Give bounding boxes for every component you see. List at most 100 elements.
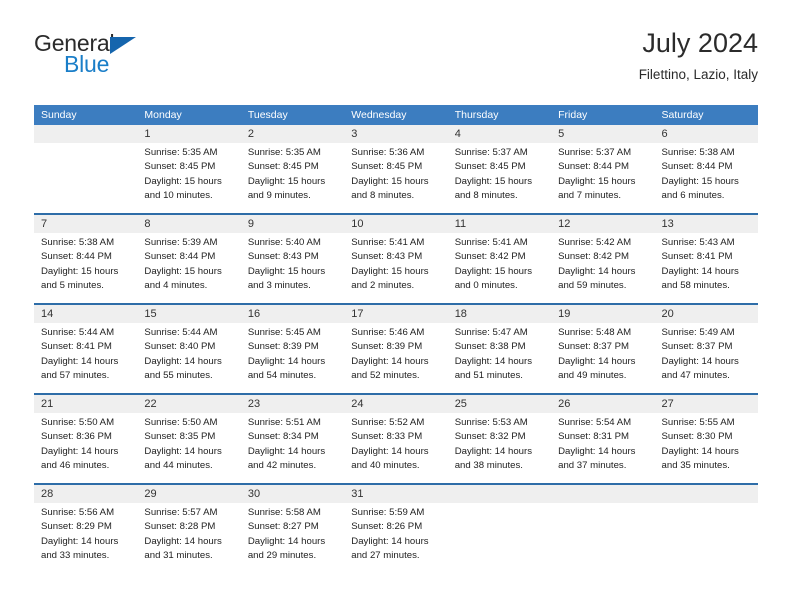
- day-sun-details: Sunrise: 5:46 AM Sunset: 8:39 PM Dayligh…: [351, 327, 429, 382]
- logo-text-blue: Blue: [64, 51, 110, 77]
- day-sun-details: Sunrise: 5:51 AM Sunset: 8:34 PM Dayligh…: [247, 417, 326, 472]
- calendar-cell-day-13[interactable]: 13 Sunrise: 5:43 AM Sunset: 8:41 PM Dayli…: [655, 215, 758, 303]
- calendar-cell-day-7[interactable]: 7 Sunrise: 5:38 AM Sunset: 8:44 PM Daylig…: [34, 215, 137, 303]
- day-sun-details: Sunrise: 5:41 AM Sunset: 8:42 PM Dayligh…: [454, 237, 533, 292]
- calendar-cell-day-22[interactable]: 22 Sunrise: 5:50 AM Sunset: 8:35 PM Dayli…: [137, 395, 240, 483]
- day-number: 16: [247, 308, 261, 320]
- general-blue-logo[interactable]: General Blue: [34, 30, 234, 86]
- calendar-cell-day-23[interactable]: 23 Sunrise: 5:51 AM Sunset: 8:34 PM Dayli…: [241, 395, 344, 483]
- calendar-cell-day-21[interactable]: 21 Sunrise: 5:50 AM Sunset: 8:36 PM Dayli…: [34, 395, 137, 483]
- day-number: 13: [661, 218, 674, 230]
- day-sun-details: Sunrise: 5:35 AM Sunset: 8:45 PM Dayligh…: [247, 147, 326, 202]
- day-sun-details: Sunrise: 5:42 AM Sunset: 8:42 PM Dayligh…: [558, 237, 636, 292]
- logo-triangle-icon: [110, 37, 136, 54]
- day-number: 18: [454, 308, 467, 320]
- calendar-cell-day-31[interactable]: 31 Sunrise: 5:59 AM Sunset: 8:26 PM Dayli…: [344, 485, 447, 573]
- day-number: 19: [558, 308, 571, 320]
- calendar-cell-day-26[interactable]: 26 Sunrise: 5:54 AM Sunset: 8:31 PM Dayli…: [551, 395, 654, 483]
- calendar-cell-day-16[interactable]: 16 Sunrise: 5:45 AM Sunset: 8:39 PM Dayli…: [241, 305, 344, 393]
- day-sun-details: Sunrise: 5:56 AM Sunset: 8:29 PM Dayligh…: [41, 507, 119, 562]
- day-number: 7: [41, 218, 48, 230]
- day-number: 31: [351, 488, 364, 500]
- calendar-cell-day-27[interactable]: 27 Sunrise: 5:55 AM Sunset: 8:30 PM Dayli…: [655, 395, 758, 483]
- week-cells: 7 Sunrise: 5:38 AM Sunset: 8:44 PM Daylig…: [34, 215, 758, 303]
- day-sun-details: Sunrise: 5:37 AM Sunset: 8:45 PM Dayligh…: [454, 147, 533, 202]
- calendar-cell-day-25[interactable]: 25 Sunrise: 5:53 AM Sunset: 8:32 PM Dayli…: [448, 395, 551, 483]
- calendar-cell-day-2[interactable]: 2 Sunrise: 5:35 AM Sunset: 8:45 PM Daylig…: [241, 125, 344, 213]
- day-number: 28: [41, 488, 54, 500]
- calendar-week-row: 14 Sunrise: 5:44 AM Sunset: 8:41 PM Dayli…: [34, 303, 758, 393]
- calendar-cell-day-5[interactable]: 5 Sunrise: 5:37 AM Sunset: 8:44 PM Daylig…: [551, 125, 654, 213]
- calendar-cell-empty: [448, 485, 551, 573]
- week-cells: 21 Sunrise: 5:50 AM Sunset: 8:36 PM Dayli…: [34, 395, 758, 483]
- day-number: 15: [144, 308, 157, 320]
- calendar-cell-day-19[interactable]: 19 Sunrise: 5:48 AM Sunset: 8:37 PM Dayli…: [551, 305, 654, 393]
- day-sun-details: Sunrise: 5:45 AM Sunset: 8:39 PM Dayligh…: [247, 327, 326, 382]
- calendar-cell-day-8[interactable]: 8 Sunrise: 5:39 AM Sunset: 8:44 PM Daylig…: [137, 215, 240, 303]
- day-sun-details: Sunrise: 5:58 AM Sunset: 8:27 PM Dayligh…: [247, 507, 326, 562]
- weekday-header-saturday: Saturday: [661, 109, 704, 121]
- calendar-cell-day-20[interactable]: 20 Sunrise: 5:49 AM Sunset: 8:37 PM Dayli…: [655, 305, 758, 393]
- week-cells: 14 Sunrise: 5:44 AM Sunset: 8:41 PM Dayli…: [34, 305, 758, 393]
- calendar-week-row: 21 Sunrise: 5:50 AM Sunset: 8:36 PM Dayli…: [34, 393, 758, 483]
- day-number: 26: [558, 398, 571, 410]
- calendar-cell-day-4[interactable]: 4 Sunrise: 5:37 AM Sunset: 8:45 PM Daylig…: [448, 125, 551, 213]
- day-number: 20: [661, 308, 674, 320]
- calendar-cell-day-14[interactable]: 14 Sunrise: 5:44 AM Sunset: 8:41 PM Dayli…: [34, 305, 137, 393]
- calendar-week-row: 28 Sunrise: 5:56 AM Sunset: 8:29 PM Dayli…: [34, 483, 758, 573]
- page-subtitle: Filettino, Lazio, Italy: [638, 67, 758, 82]
- day-sun-details: Sunrise: 5:36 AM Sunset: 8:45 PM Dayligh…: [351, 147, 429, 202]
- calendar-cell-day-11[interactable]: 11 Sunrise: 5:41 AM Sunset: 8:42 PM Dayli…: [448, 215, 551, 303]
- day-sun-details: Sunrise: 5:55 AM Sunset: 8:30 PM Dayligh…: [661, 417, 739, 472]
- calendar-page: General Blue July 2024 Filettino, Lazio,…: [0, 0, 792, 612]
- calendar-week-row: 7 Sunrise: 5:38 AM Sunset: 8:44 PM Daylig…: [34, 213, 758, 303]
- day-sun-details: Sunrise: 5:37 AM Sunset: 8:44 PM Dayligh…: [558, 147, 636, 202]
- calendar-cell-empty: [551, 485, 654, 573]
- day-sun-details: Sunrise: 5:38 AM Sunset: 8:44 PM Dayligh…: [41, 237, 119, 292]
- day-sun-details: Sunrise: 5:49 AM Sunset: 8:37 PM Dayligh…: [661, 327, 739, 382]
- calendar-cell-day-1[interactable]: 1 Sunrise: 5:35 AM Sunset: 8:45 PM Daylig…: [137, 125, 240, 213]
- day-sun-details: Sunrise: 5:40 AM Sunset: 8:43 PM Dayligh…: [247, 237, 326, 292]
- day-number: 14: [41, 308, 54, 320]
- day-number: 2: [247, 128, 254, 140]
- day-sun-details: Sunrise: 5:50 AM Sunset: 8:36 PM Dayligh…: [41, 417, 119, 472]
- day-sun-details: Sunrise: 5:44 AM Sunset: 8:40 PM Dayligh…: [144, 327, 222, 382]
- calendar-grid: Sunday Monday Tuesday Wednesday Thursday Frid…: [34, 105, 758, 573]
- day-number: 22: [144, 398, 157, 410]
- day-sun-details: Sunrise: 5:35 AM Sunset: 8:45 PM Dayligh…: [144, 147, 222, 202]
- calendar-cell-day-10[interactable]: 10 Sunrise: 5:41 AM Sunset: 8:43 PM Dayli…: [344, 215, 447, 303]
- calendar-cell-day-6[interactable]: 6 Sunrise: 5:38 AM Sunset: 8:44 PM Daylig…: [655, 125, 758, 213]
- day-number: 1: [144, 128, 151, 140]
- calendar-cell-day-24[interactable]: 24 Sunrise: 5:52 AM Sunset: 8:33 PM Dayli…: [344, 395, 447, 483]
- calendar-cell-day-12[interactable]: 12 Sunrise: 5:42 AM Sunset: 8:42 PM Dayli…: [551, 215, 654, 303]
- calendar-week-row: 1 Sunrise: 5:35 AM Sunset: 8:45 PM Daylig…: [34, 125, 758, 213]
- title-block: July 2024 Filettino, Lazio, Italy: [639, 26, 758, 85]
- weekday-header-monday: Monday: [144, 109, 182, 121]
- calendar-cell-day-18[interactable]: 18 Sunrise: 5:47 AM Sunset: 8:38 PM Dayli…: [448, 305, 551, 393]
- day-number: 27: [661, 398, 674, 410]
- calendar-cell-day-9[interactable]: 9 Sunrise: 5:40 AM Sunset: 8:43 PM Daylig…: [241, 215, 344, 303]
- page-header: General Blue July 2024 Filettino, Lazio,…: [34, 26, 758, 96]
- weekday-header-sunday: Sunday: [41, 109, 77, 121]
- weekday-header-wednesday: Wednesday: [351, 109, 407, 121]
- calendar-cell-day-3[interactable]: 3 Sunrise: 5:36 AM Sunset: 8:45 PM Daylig…: [344, 125, 447, 213]
- calendar-cell-day-15[interactable]: 15 Sunrise: 5:44 AM Sunset: 8:40 PM Dayli…: [137, 305, 240, 393]
- calendar-cell-day-29[interactable]: 29 Sunrise: 5:57 AM Sunset: 8:28 PM Dayli…: [137, 485, 240, 573]
- calendar-cell-empty: [655, 485, 758, 573]
- day-sun-details: Sunrise: 5:39 AM Sunset: 8:44 PM Dayligh…: [144, 237, 222, 292]
- calendar-cell-day-30[interactable]: 30 Sunrise: 5:58 AM Sunset: 8:27 PM Dayli…: [241, 485, 344, 573]
- calendar-cell-day-28[interactable]: 28 Sunrise: 5:56 AM Sunset: 8:29 PM Dayli…: [34, 485, 137, 573]
- day-number: 3: [351, 128, 358, 140]
- day-number: 12: [558, 218, 571, 230]
- day-number: 23: [247, 398, 261, 410]
- day-number: 9: [247, 218, 254, 230]
- day-number: 25: [454, 398, 467, 410]
- day-number: 11: [454, 218, 467, 230]
- calendar-cell-empty: [34, 125, 137, 213]
- day-sun-details: Sunrise: 5:43 AM Sunset: 8:41 PM Dayligh…: [661, 237, 739, 292]
- day-sun-details: Sunrise: 5:50 AM Sunset: 8:35 PM Dayligh…: [144, 417, 222, 472]
- calendar-cell-day-17[interactable]: 17 Sunrise: 5:46 AM Sunset: 8:39 PM Dayli…: [344, 305, 447, 393]
- day-sun-details: Sunrise: 5:38 AM Sunset: 8:44 PM Dayligh…: [661, 147, 739, 202]
- day-number: 21: [41, 398, 54, 410]
- day-number: 24: [351, 398, 364, 410]
